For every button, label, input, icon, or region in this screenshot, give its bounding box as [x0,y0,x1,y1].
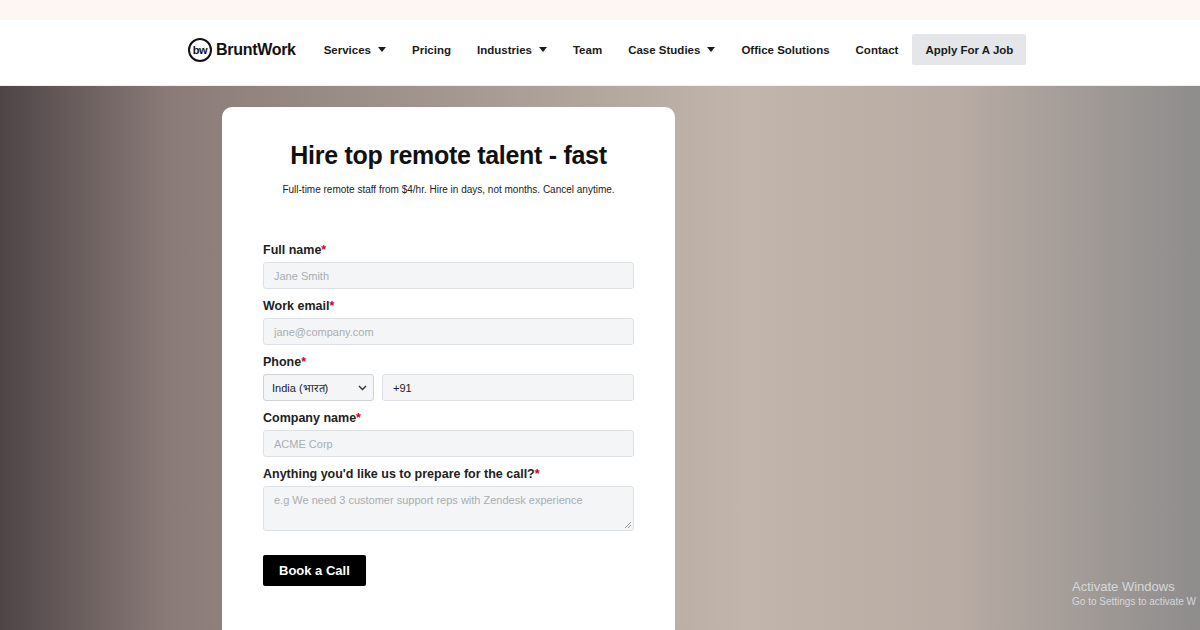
country-select[interactable]: India (भारत) [263,374,374,401]
form-field: Work email* [263,298,634,345]
required-mark: * [301,355,306,369]
required-mark: * [356,411,361,425]
page: bwBruntWork Services Pricing Industries Team… [0,0,1200,630]
nav-item[interactable]: Case Studies [628,44,715,56]
watermark-title: Activate Windows [1072,579,1196,595]
nav-bar: bwBruntWork Services Pricing Industries Team… [0,20,1200,86]
field-label: Company name* [263,410,634,426]
apply-button[interactable]: Apply For A Job [912,34,1026,65]
required-mark: * [535,467,540,481]
nav-item[interactable]: Pricing [412,44,451,56]
nav-item[interactable]: Team [573,44,602,56]
text-input[interactable] [263,262,634,289]
textarea-wrap [263,486,634,531]
field-label: Anything you'd like us to prepare for th… [263,466,634,482]
watermark-subtitle: Go to Settings to activate W [1072,595,1196,608]
phone-input[interactable] [382,374,634,401]
logo-mark: bw [188,38,212,62]
phone-row: India (भारत) [263,374,634,401]
form-field: Phone* India (भारत) [263,354,634,401]
required-mark: * [321,243,326,257]
caret-down-icon [378,47,386,52]
field-list: Full name* Work email* Phone* India (भारत) C… [263,242,634,531]
card-subtitle: Full-time remote staff from $4/hr. Hire … [263,183,634,197]
chevron-down-icon [358,385,367,391]
form-field: Anything you'd like us to prepare for th… [263,466,634,531]
book-call-button[interactable]: Book a Call [263,555,366,586]
card-title: Hire top remote talent - fast [263,139,634,171]
field-label: Phone* [263,354,634,370]
required-mark: * [329,299,334,313]
logo[interactable]: bwBruntWork [188,38,296,62]
nav-item[interactable]: Contact [856,44,899,56]
booking-card: Hire top remote talent - fast Full-time r… [222,107,675,630]
form-field: Full name* [263,242,634,289]
text-input[interactable] [263,430,634,457]
logo-name: BruntWork [216,41,296,59]
form-field: Company name* [263,410,634,457]
field-label: Work email* [263,298,634,314]
field-label: Full name* [263,242,634,258]
nav-item[interactable]: Industries [477,44,547,56]
caret-down-icon [707,47,715,52]
text-input[interactable] [263,318,634,345]
resize-handle-icon[interactable] [624,521,632,529]
caret-down-icon [539,47,547,52]
activation-watermark: Activate WindowsGo to Settings to activa… [1072,579,1196,608]
hero-photo: Hire top remote talent - fast Full-time r… [0,86,1200,630]
nav-item[interactable]: Office Solutions [741,44,829,56]
top-strip [0,0,1200,20]
notes-textarea[interactable] [263,486,634,531]
nav-item[interactable]: Services [324,44,386,56]
